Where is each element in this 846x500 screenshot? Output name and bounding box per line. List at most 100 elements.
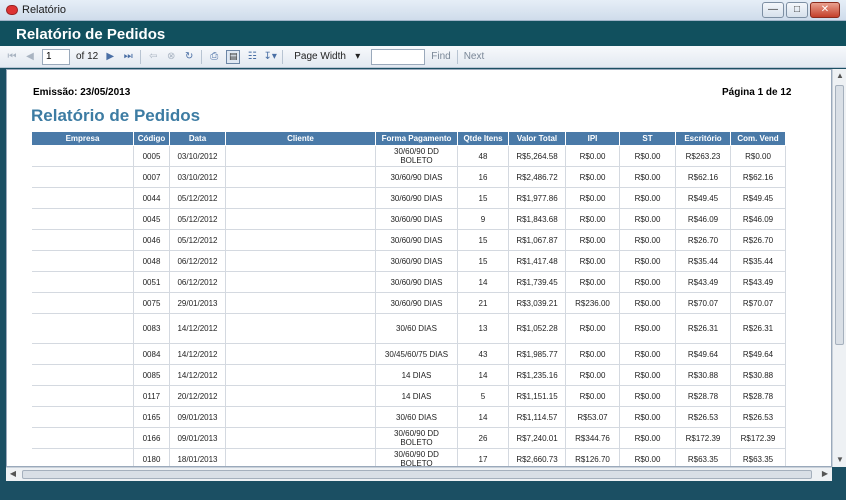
cell-escritorio: R$49.64	[675, 343, 731, 365]
minimize-button[interactable]: —	[762, 2, 784, 18]
cell-com-vend: R$49.45	[730, 187, 786, 209]
cell-ipi: R$0.00	[565, 364, 620, 386]
cell-valor-total: R$1,114.57	[508, 406, 566, 428]
cell-com-vend: R$63.35	[730, 448, 786, 466]
current-page-input[interactable]	[42, 48, 70, 65]
scroll-up-icon[interactable]: ▲	[835, 71, 845, 81]
cell-valor-total: R$1,843.68	[508, 208, 566, 230]
horizontal-scrollbar[interactable]: ◀ ▶	[6, 467, 832, 481]
maximize-button[interactable]: □	[786, 2, 808, 18]
cell-valor-total: R$5,264.58	[508, 145, 566, 167]
print-icon[interactable]: ⎙	[208, 51, 220, 63]
scroll-down-icon[interactable]: ▼	[835, 455, 845, 465]
chevron-down-icon: ▾	[355, 51, 361, 62]
column-header: Forma Pagamento	[375, 131, 458, 146]
cell-empresa	[31, 292, 134, 314]
app-header: Relatório de Pedidos	[0, 21, 846, 46]
vertical-scrollbar[interactable]: ▲ ▼	[832, 69, 846, 467]
find-link[interactable]: Find	[431, 51, 450, 62]
cell-empresa	[31, 448, 134, 466]
cell-escritorio: R$28.78	[675, 385, 731, 407]
cell-escritorio: R$70.07	[675, 292, 731, 314]
cell-st: R$0.00	[619, 364, 676, 386]
cell-qtde-itens: 14	[457, 271, 509, 293]
cell-com-vend: R$26.70	[730, 229, 786, 251]
cell-forma-pagamento: 30/60/90 DIAS	[375, 292, 458, 314]
cell-valor-total: R$1,417.48	[508, 250, 566, 272]
column-header: ST	[619, 131, 676, 146]
cell-valor-total: R$2,660.73	[508, 448, 566, 466]
cell-escritorio: R$172.39	[675, 427, 731, 449]
table-row: 0165 09/01/2013 30/60 DIAS 14 R$1,114.57 R$53…	[31, 406, 786, 428]
toolbar-separator	[456, 49, 458, 64]
cell-qtde-itens: 15	[457, 250, 509, 272]
cell-codigo: 0180	[133, 448, 170, 466]
page-count-label: of 12	[76, 51, 99, 62]
cell-escritorio: R$46.09	[675, 208, 731, 230]
zoom-select[interactable]: Page Width ▾	[289, 49, 365, 65]
table-body: 0005 03/10/2012 30/60/90 DD BOLETO 48 R$5,26…	[31, 145, 786, 466]
cell-codigo: 0117	[133, 385, 170, 407]
window-titlebar: Relatório — □ ✕	[0, 0, 846, 21]
cell-qtde-itens: 17	[457, 448, 509, 466]
cell-valor-total: R$1,739.45	[508, 271, 566, 293]
cell-cliente	[225, 313, 376, 344]
cell-st: R$0.00	[619, 250, 676, 272]
cell-valor-total: R$1,052.28	[508, 313, 566, 344]
cell-data: 09/01/2013	[169, 406, 226, 428]
cell-cliente	[225, 343, 376, 365]
vertical-scroll-thumb[interactable]	[835, 85, 844, 345]
cell-escritorio: R$43.49	[675, 271, 731, 293]
column-header: Com. Vend	[730, 131, 786, 146]
scroll-left-icon[interactable]: ◀	[8, 469, 18, 479]
cell-forma-pagamento: 30/60/90 DIAS	[375, 166, 458, 188]
refresh-icon[interactable]: ↻	[183, 51, 195, 63]
stop-icon[interactable]: ⊗	[165, 51, 177, 63]
table-row: 0051 06/12/2012 30/60/90 DIAS 14 R$1,739.45 R…	[31, 271, 786, 293]
cell-qtde-itens: 15	[457, 229, 509, 251]
cell-st: R$0.00	[619, 271, 676, 293]
previous-page-icon[interactable]: ◀	[24, 51, 36, 63]
cell-qtde-itens: 26	[457, 427, 509, 449]
cell-qtde-itens: 16	[457, 166, 509, 188]
cell-empresa	[31, 406, 134, 428]
cell-cliente	[225, 271, 376, 293]
horizontal-scroll-thumb[interactable]	[22, 470, 812, 479]
cell-ipi: R$53.07	[565, 406, 620, 428]
app-icon	[6, 5, 18, 15]
close-button[interactable]: ✕	[810, 2, 840, 18]
last-page-icon[interactable]: ⏭	[122, 51, 134, 63]
cell-codigo: 0046	[133, 229, 170, 251]
first-page-icon[interactable]: ⏮	[6, 51, 18, 63]
cell-codigo: 0045	[133, 208, 170, 230]
cell-cliente	[225, 364, 376, 386]
back-icon[interactable]: ⇦	[147, 51, 159, 63]
page-indicator: Página 1 de 12	[722, 87, 792, 98]
cell-escritorio: R$49.45	[675, 187, 731, 209]
cell-data: 05/12/2012	[169, 208, 226, 230]
cell-valor-total: R$1,235.16	[508, 364, 566, 386]
page-setup-icon[interactable]: ☷	[246, 51, 258, 63]
cell-data: 14/12/2012	[169, 313, 226, 344]
next-page-icon[interactable]: ▶	[104, 51, 116, 63]
cell-ipi: R$344.76	[565, 427, 620, 449]
cell-qtde-itens: 43	[457, 343, 509, 365]
print-layout-icon[interactable]: ▤	[226, 49, 241, 64]
next-link[interactable]: Next	[464, 51, 485, 62]
cell-com-vend: R$0.00	[730, 145, 786, 167]
export-icon[interactable]: ↧▾	[264, 51, 277, 63]
cell-ipi: R$0.00	[565, 187, 620, 209]
report-viewport[interactable]: Emissão: 23/05/2013 Página 1 de 12 Relat…	[6, 69, 832, 467]
table-header-row: Empresa Código Data Cliente Forma Pagame…	[31, 131, 786, 146]
cell-escritorio: R$26.70	[675, 229, 731, 251]
cell-qtde-itens: 14	[457, 364, 509, 386]
table-row: 0083 14/12/2012 30/60 DIAS 13 R$1,052.28 R$0.…	[31, 313, 786, 344]
cell-cliente	[225, 166, 376, 188]
find-input[interactable]	[371, 48, 426, 65]
cell-empresa	[31, 229, 134, 251]
scroll-right-icon[interactable]: ▶	[820, 469, 830, 479]
cell-escritorio: R$263.23	[675, 145, 731, 167]
orders-table: Empresa Código Data Cliente Forma Pagame…	[31, 131, 786, 466]
cell-data: 18/01/2013	[169, 448, 226, 466]
cell-codigo: 0165	[133, 406, 170, 428]
